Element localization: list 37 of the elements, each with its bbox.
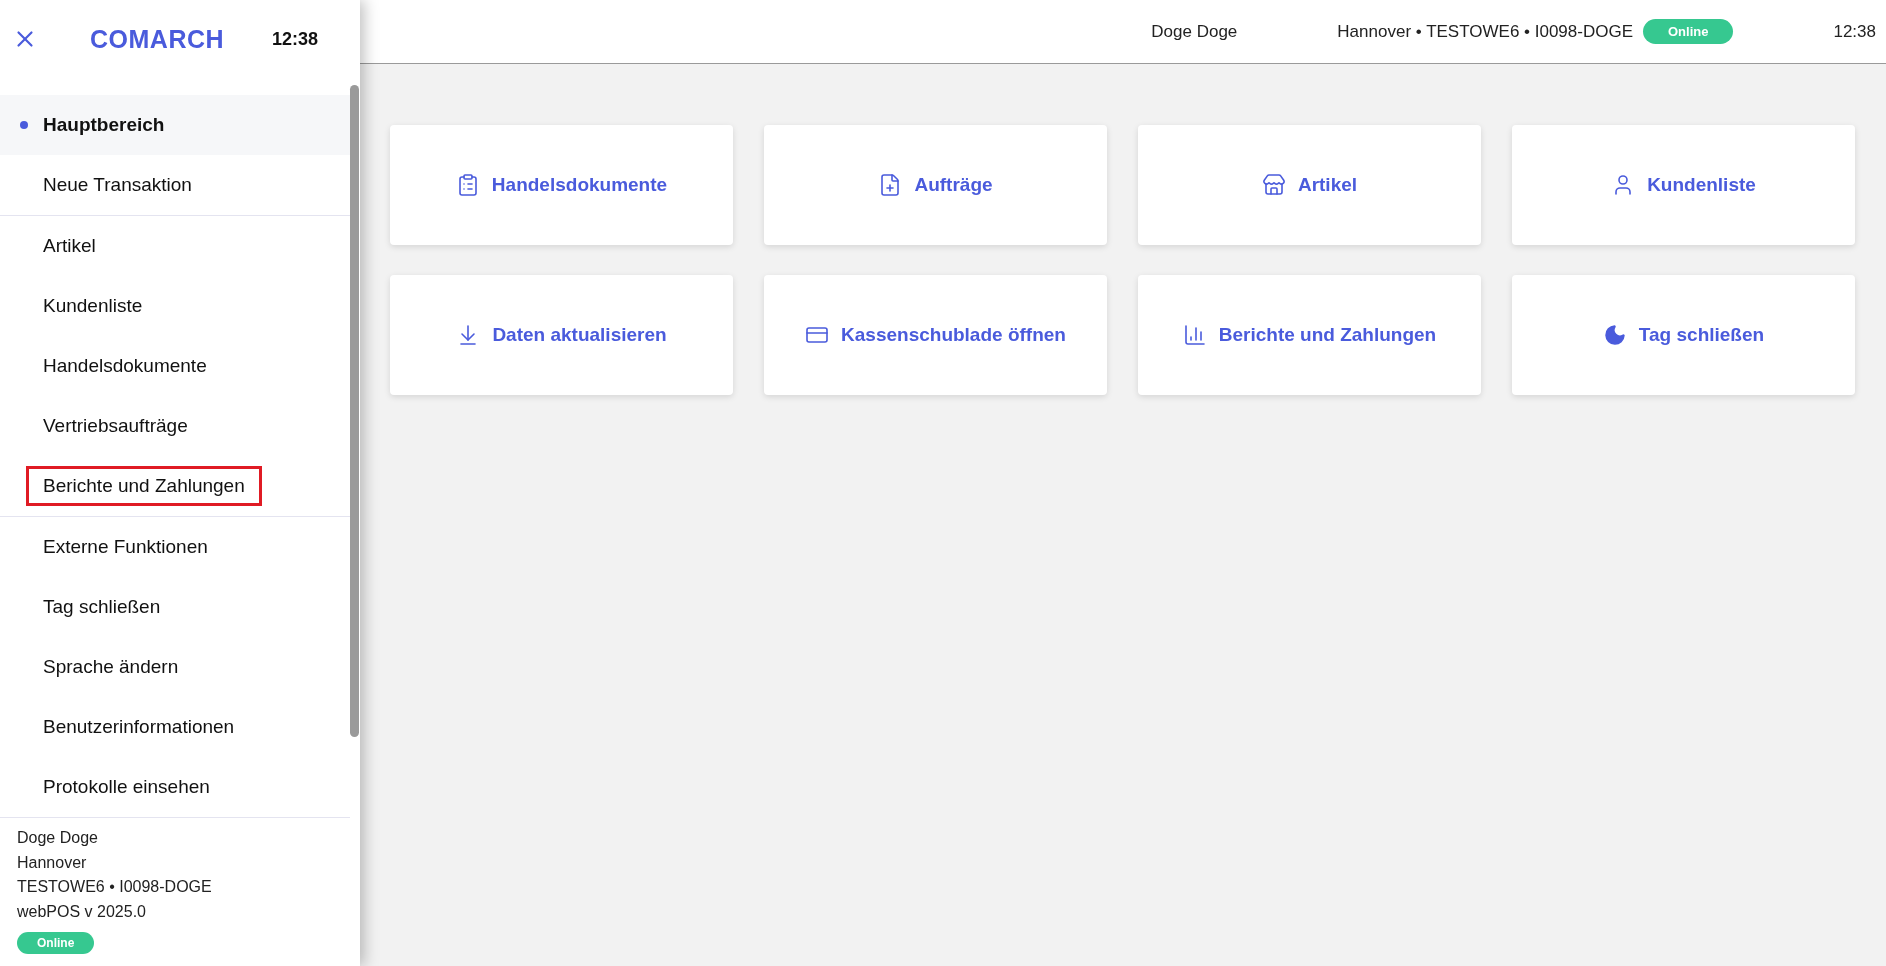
menu-label: Benutzerinformationen	[42, 715, 236, 739]
info-line: Hannover	[17, 852, 88, 873]
info-line: webPOS v 2025.0	[17, 901, 147, 922]
menu-label: Tag schließen	[42, 595, 162, 619]
menu-label: Neue Transaktion	[42, 173, 193, 197]
brand-logo: COMARCH	[90, 24, 225, 54]
menu-label: Hauptbereich	[42, 113, 166, 137]
moon-icon	[1602, 323, 1627, 347]
menu-item[interactable]: Hauptbereich	[0, 95, 350, 155]
location-text: Hannover • TESTOWE6 • I0098-DOGE	[1337, 21, 1633, 42]
clock-time: 12:38	[1833, 21, 1876, 42]
menu-label: Vertriebsaufträge	[42, 414, 189, 438]
store-icon	[1261, 173, 1286, 197]
tile-button[interactable]: Handelsdokumente	[390, 125, 733, 245]
highlighted-label: Berichte und Zahlungen	[29, 469, 259, 503]
scrollbar-thumb[interactable]	[350, 85, 359, 737]
tile-button[interactable]: Kassenschublade öffnen	[764, 275, 1107, 395]
clock-time: 12:38	[271, 28, 318, 50]
tile-button[interactable]: Berichte und Zahlungen	[1138, 275, 1481, 395]
status-badge: Online	[17, 932, 95, 954]
tile-button[interactable]: Tag schließen	[1512, 275, 1855, 395]
menu-label: Sprache ändern	[42, 655, 180, 679]
status-badge: Online	[1643, 19, 1734, 44]
user-name: Doge Doge	[1151, 21, 1238, 42]
selected-dot	[20, 121, 28, 129]
info-line: TESTOWE6 • I0098-DOGE	[17, 877, 213, 897]
info-line: Doge Doge	[17, 828, 99, 848]
menu-label: Externe Funktionen	[42, 535, 209, 559]
bar-chart-icon	[1182, 323, 1207, 347]
tile-button[interactable]: Artikel	[1138, 125, 1481, 245]
menu-label: Kundenliste	[42, 294, 144, 318]
menu-label: Artikel	[42, 234, 97, 258]
tile-button[interactable]: Aufträge	[764, 125, 1107, 245]
tile-button[interactable]: Daten aktualisieren	[390, 275, 733, 395]
menu-label: Handelsdokumente	[42, 354, 208, 378]
tile-button[interactable]: Kundenliste	[1512, 125, 1855, 245]
menu-label: Protokolle einsehen	[42, 775, 211, 799]
